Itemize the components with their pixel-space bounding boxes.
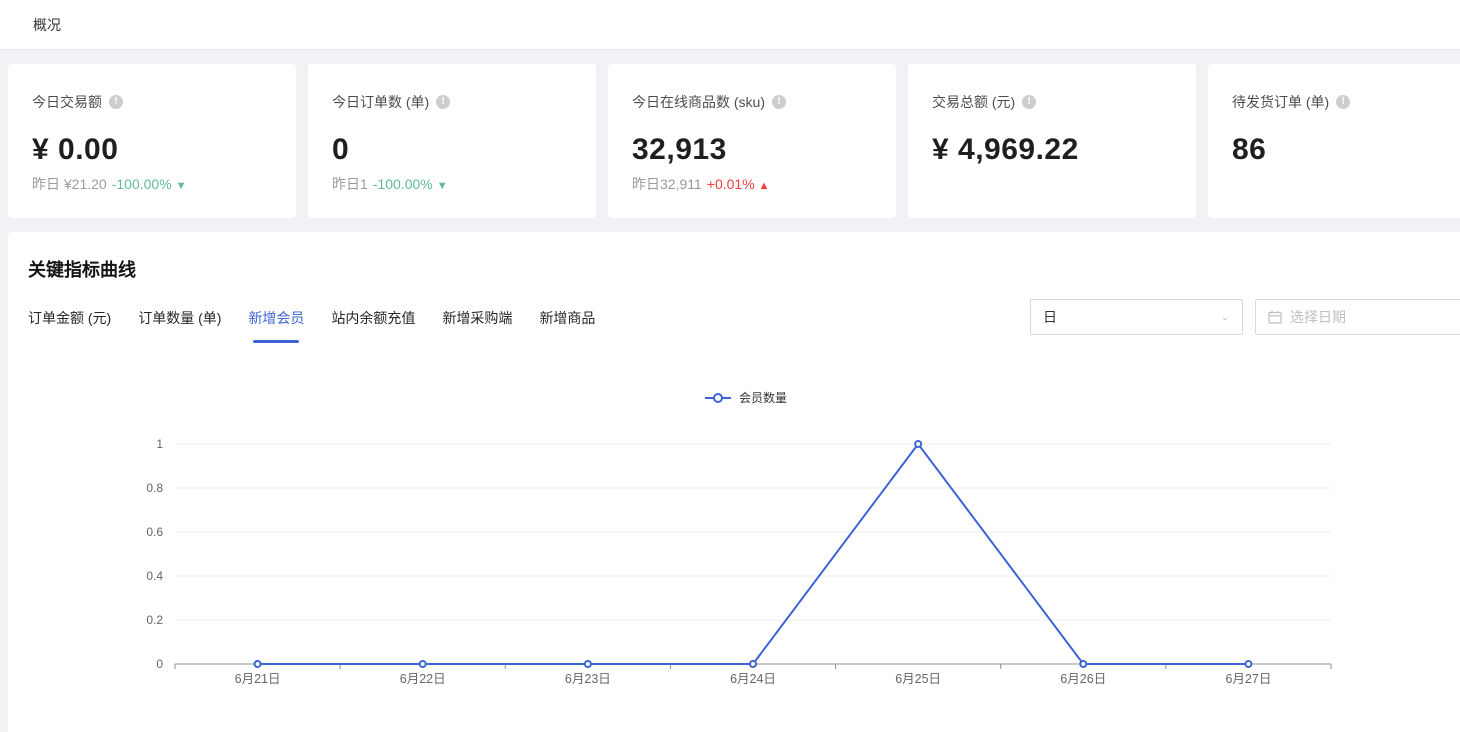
info-icon[interactable]: ! xyxy=(772,95,786,109)
metric-tabs: 订单金额 (元) 订单数量 (单) 新增会员 站内余额充值 新增采购端 新增商品 xyxy=(28,308,595,343)
panel-title: 关键指标曲线 xyxy=(28,256,136,282)
date-range-input[interactable]: 选择日期 xyxy=(1255,299,1460,335)
change-value: -100.00% xyxy=(112,176,172,192)
stat-label: 待发货订单 (单) xyxy=(1232,92,1329,112)
svg-text:0.2: 0.2 xyxy=(146,613,163,627)
change-value: -100.00% xyxy=(373,176,433,192)
svg-text:6月21日: 6月21日 xyxy=(235,672,281,686)
stat-card: 交易总额 (元) ! ¥ 4,969.22 xyxy=(908,64,1196,218)
info-icon[interactable]: ! xyxy=(436,95,450,109)
date-picker-placeholder: 选择日期 xyxy=(1290,307,1346,327)
yesterday-value: 昨日 ¥21.20 xyxy=(32,176,107,192)
info-icon[interactable]: ! xyxy=(1022,95,1036,109)
stat-value: 86 xyxy=(1232,133,1460,167)
stat-comparison xyxy=(1232,178,1241,194)
svg-text:6月23日: 6月23日 xyxy=(565,672,611,686)
yesterday-value: 昨日1 xyxy=(332,176,368,192)
stat-value: ¥ 4,969.22 xyxy=(932,133,1172,167)
stat-label: 今日订单数 (单) xyxy=(332,92,429,112)
svg-text:0.8: 0.8 xyxy=(146,481,163,495)
tab-new-products[interactable]: 新增商品 xyxy=(539,308,595,343)
period-select-value: 日 xyxy=(1043,307,1057,327)
yesterday-value: 昨日32,911 xyxy=(632,176,702,192)
svg-text:6月27日: 6月27日 xyxy=(1225,672,1271,686)
top-breadcrumb-bar: 概况 xyxy=(0,0,1460,50)
trend-arrow: ▲ xyxy=(759,180,770,192)
chevron-down-icon: ⌄ xyxy=(1220,311,1230,322)
stat-label: 今日在线商品数 (sku) xyxy=(632,92,765,112)
svg-text:6月25日: 6月25日 xyxy=(895,672,941,686)
stat-comparison: 昨日32,911 +0.01% ▲ xyxy=(632,174,770,194)
trend-arrow: ▼ xyxy=(437,180,448,192)
period-select[interactable]: 日 ⌄ xyxy=(1030,299,1243,335)
svg-text:0.6: 0.6 xyxy=(146,525,163,539)
stat-card: 待发货订单 (单) ! 86 xyxy=(1208,64,1460,218)
tab-order-count[interactable]: 订单数量 (单) xyxy=(138,308,221,343)
svg-text:1: 1 xyxy=(156,437,163,451)
stat-value: 32,913 xyxy=(632,133,872,167)
page-title: 概况 xyxy=(33,15,61,35)
info-icon[interactable]: ! xyxy=(109,95,123,109)
stat-comparison xyxy=(932,178,941,194)
stat-comparison: 昨日1 -100.00% ▼ xyxy=(332,174,448,194)
svg-text:0.4: 0.4 xyxy=(146,569,163,583)
stat-card: 今日在线商品数 (sku) ! 32,913 昨日32,911 +0.01% ▲ xyxy=(608,64,896,218)
change-value: +0.01% xyxy=(707,176,755,192)
stat-card: 今日订单数 (单) ! 0 昨日1 -100.00% ▼ xyxy=(308,64,596,218)
line-chart: 0 0.2 0.4 0.6 0.8 1 6月21日 6月22日 6月23日 6月24日 6月25日 6… xyxy=(0,400,1460,700)
tab-new-purchasers[interactable]: 新增采购端 xyxy=(442,308,512,343)
calendar-icon xyxy=(1268,310,1282,324)
stat-cards-row: 今日交易额 ! ¥ 0.00 昨日 ¥21.20 -100.00% ▼ 今日订单数 … xyxy=(8,64,1460,218)
stat-comparison: 昨日 ¥21.20 -100.00% ▼ xyxy=(32,174,187,194)
svg-text:6月22日: 6月22日 xyxy=(400,672,446,686)
tab-new-members[interactable]: 新增会员 xyxy=(248,308,304,343)
svg-text:0: 0 xyxy=(156,657,163,671)
tab-order-amount[interactable]: 订单金额 (元) xyxy=(28,308,111,343)
stat-label: 今日交易额 xyxy=(32,92,102,112)
tab-balance-recharge[interactable]: 站内余额充值 xyxy=(331,308,415,343)
stat-card: 今日交易额 ! ¥ 0.00 昨日 ¥21.20 -100.00% ▼ xyxy=(8,64,296,218)
stat-value: 0 xyxy=(332,133,572,167)
overview-page: 概况 今日交易额 ! ¥ 0.00 昨日 ¥21.20 -100.00% ▼ 今日订… xyxy=(0,0,1460,732)
svg-text:6月26日: 6月26日 xyxy=(1060,672,1106,686)
svg-text:6月24日: 6月24日 xyxy=(730,672,776,686)
stat-value: ¥ 0.00 xyxy=(32,133,272,167)
stat-label: 交易总额 (元) xyxy=(932,92,1015,112)
info-icon[interactable]: ! xyxy=(1336,95,1350,109)
trend-arrow: ▼ xyxy=(176,180,187,192)
